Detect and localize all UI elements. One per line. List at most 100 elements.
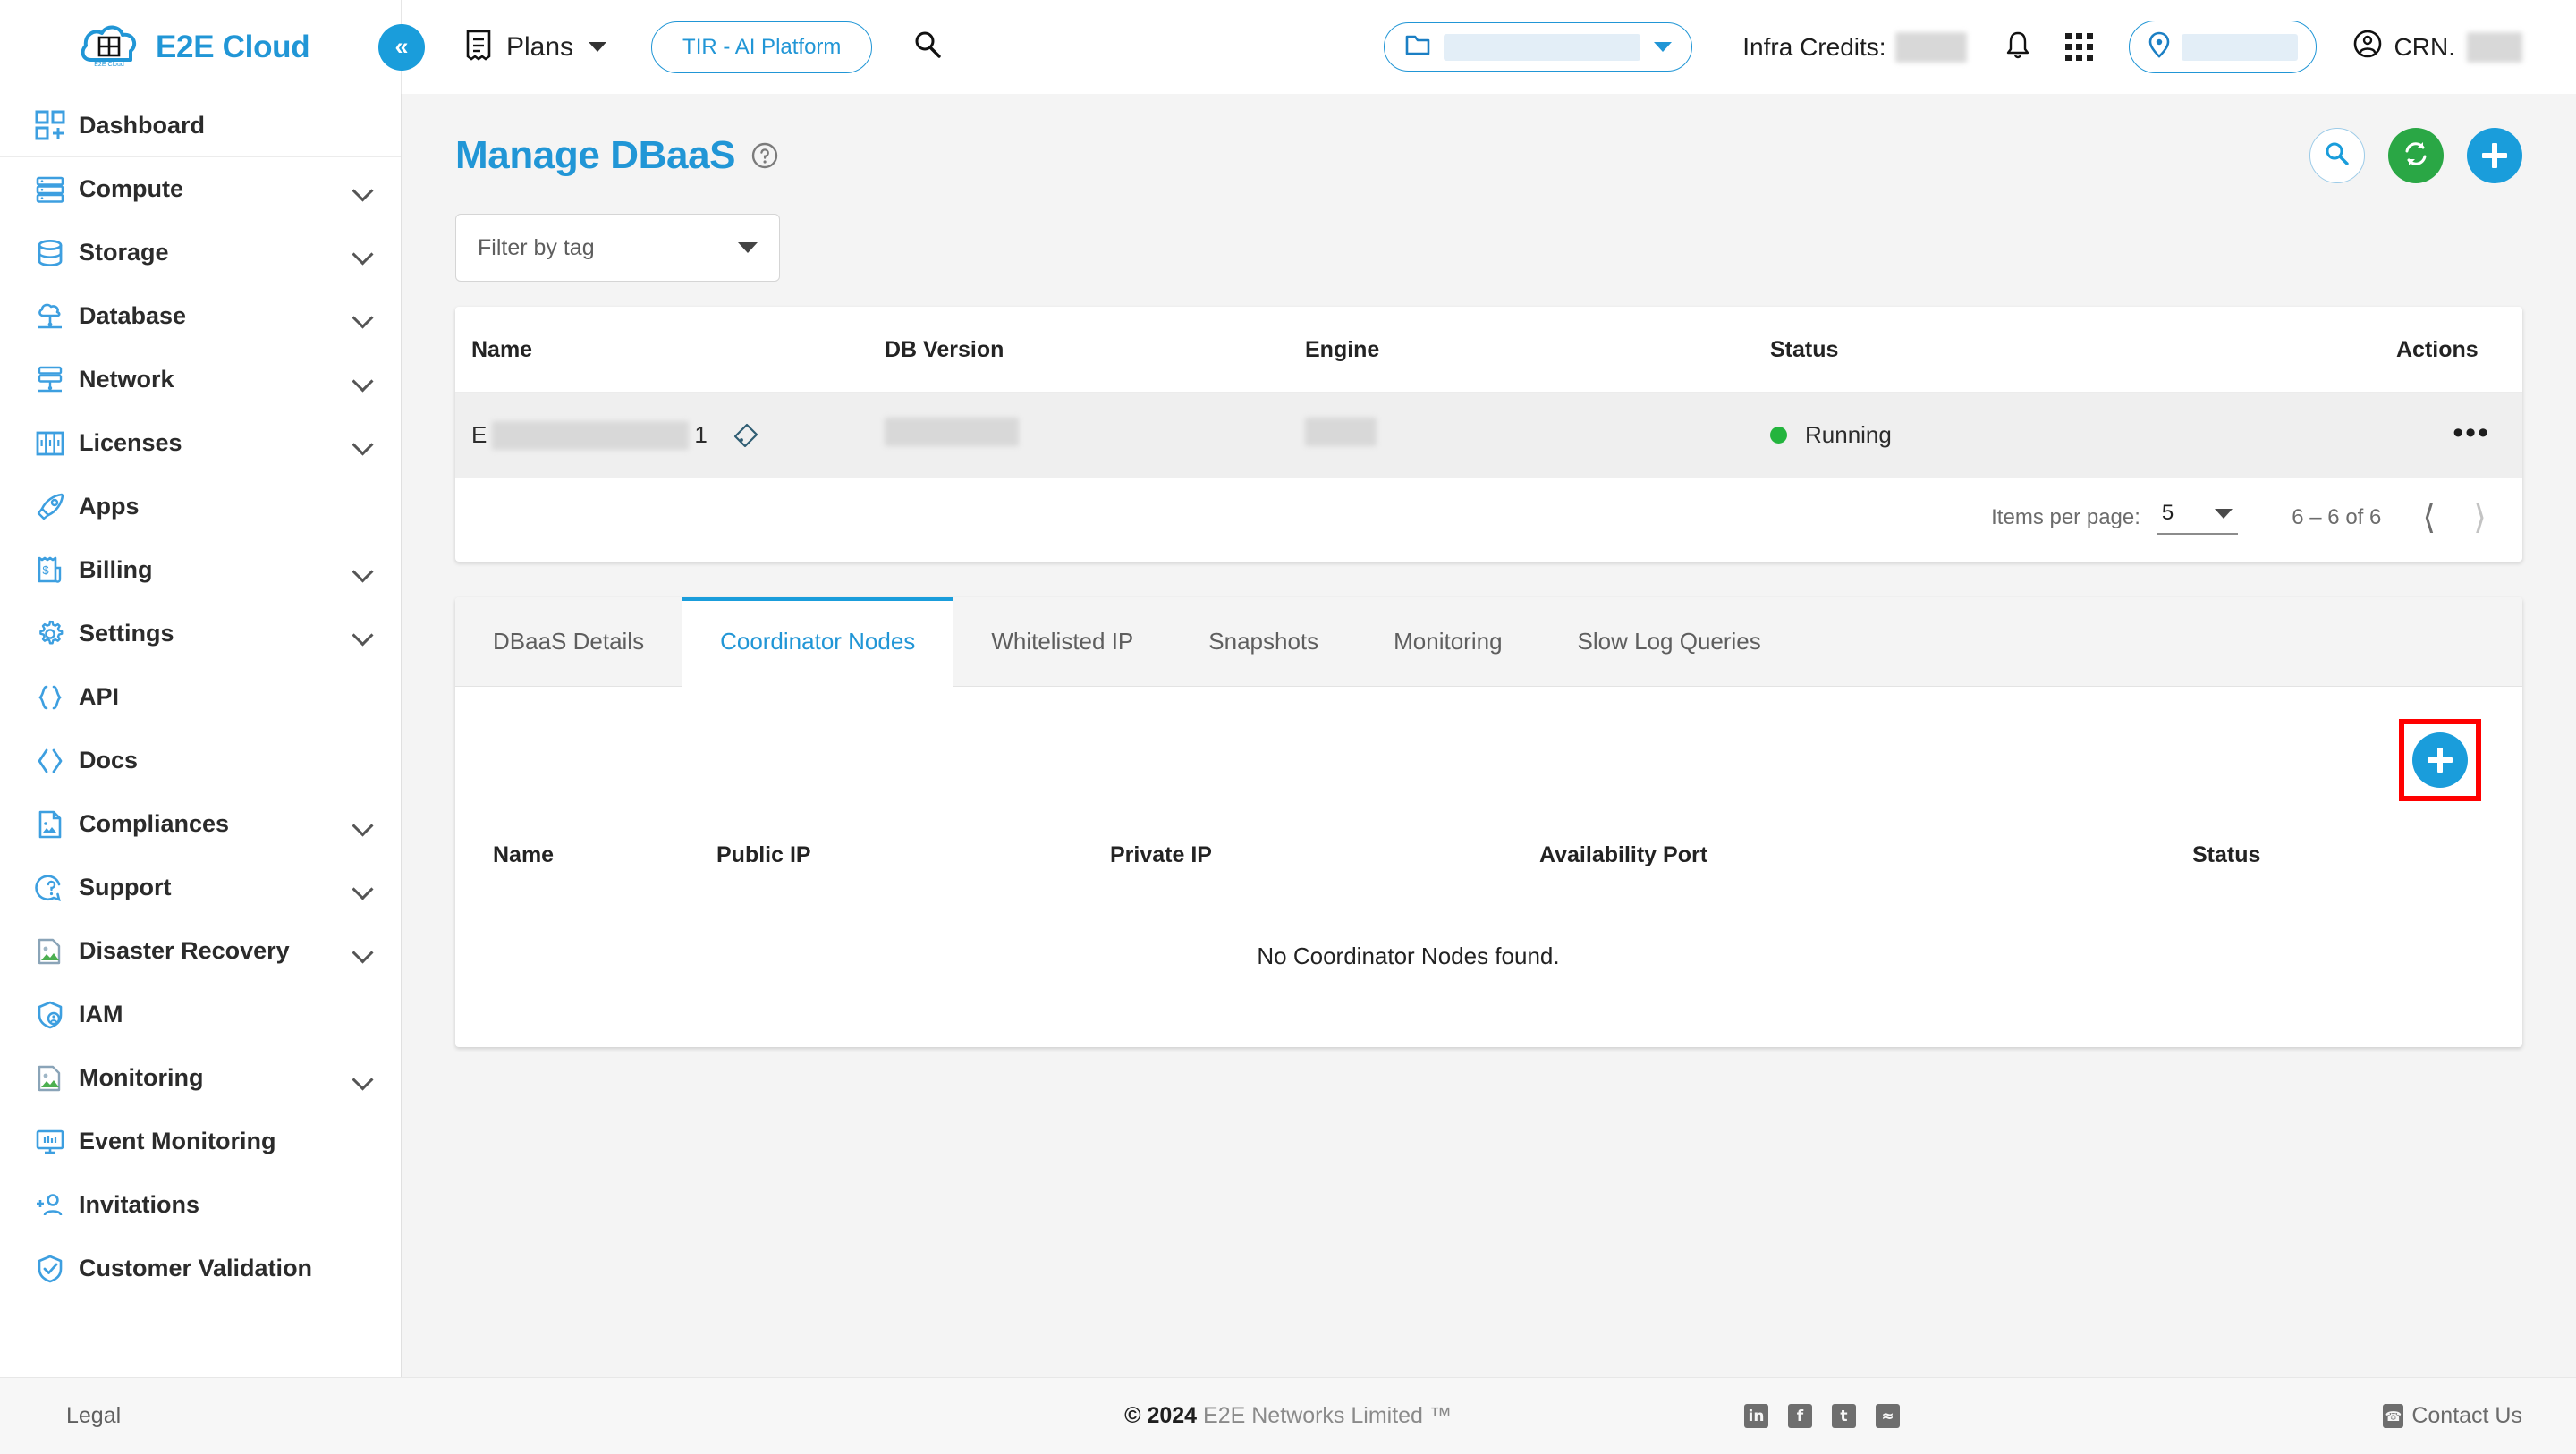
sidebar-item-storage[interactable]: Storage — [0, 221, 401, 284]
tab-coordinator-nodes[interactable]: Coordinator Nodes — [682, 597, 954, 687]
pagination-range: 6 – 6 of 6 — [2292, 505, 2382, 529]
sidebar-item-network[interactable]: Network — [0, 348, 401, 411]
plans-menu[interactable]: Plans — [464, 28, 607, 66]
sidebar-item-billing[interactable]: $ Billing — [0, 538, 401, 602]
sidebar-item-label: Docs — [79, 747, 139, 773]
svg-text:E2E Cloud: E2E Cloud — [94, 62, 124, 68]
sidebar-item-support[interactable]: Support — [0, 856, 401, 919]
e2e-cloud-logo-icon: E2E Cloud — [79, 21, 140, 74]
sidebar-item-docs[interactable]: Docs — [0, 729, 401, 792]
rss-icon[interactable]: ≈ — [1876, 1404, 1900, 1428]
search-icon — [911, 29, 944, 65]
sidebar-item-compliances[interactable]: Compliances — [0, 792, 401, 856]
table-header-row: Name Public IP Private IP Availability P… — [493, 823, 2485, 892]
facebook-icon[interactable]: f — [1788, 1404, 1812, 1428]
sidebar-item-label: API — [79, 683, 120, 710]
sidebar-item-customer-validation[interactable]: Customer Validation — [0, 1237, 401, 1300]
sidebar-item-label: Apps — [79, 493, 140, 520]
question-circle-icon[interactable] — [750, 140, 780, 171]
tab-monitoring[interactable]: Monitoring — [1356, 597, 1539, 686]
global-search-button[interactable] — [911, 29, 944, 65]
search-fab-button[interactable] — [2309, 128, 2365, 183]
table-row[interactable]: E 1 Running ••• — [455, 392, 2522, 478]
chevron-down-icon — [1654, 42, 1673, 52]
sidebar-item-label: Customer Validation — [79, 1255, 313, 1281]
project-selector[interactable] — [1384, 22, 1693, 72]
document-icon — [27, 809, 73, 840]
dbaas-name: E 1 — [471, 420, 885, 450]
dbaas-table-body: E 1 Running ••• — [455, 392, 2522, 478]
sidebar-item-monitoring[interactable]: Monitoring — [0, 1046, 401, 1110]
sidebar-item-invitations[interactable]: Invitations — [0, 1173, 401, 1237]
sidebar-item-database[interactable]: Database — [0, 284, 401, 348]
sidebar-item-compute[interactable]: Compute — [0, 157, 401, 221]
sidebar-item-dashboard[interactable]: Dashboard — [0, 94, 401, 157]
tab-slow-log-queries[interactable]: Slow Log Queries — [1540, 597, 1799, 686]
more-horizontal-icon[interactable]: ••• — [2453, 416, 2490, 450]
sidebar-item-api[interactable]: API — [0, 665, 401, 729]
twitter-icon[interactable]: t — [1832, 1404, 1856, 1428]
column-header-private-ip: Private IP — [1110, 823, 1539, 892]
add-coordinator-node-button[interactable] — [2412, 732, 2468, 788]
refresh-icon — [2402, 139, 2430, 173]
status-dot-icon — [1770, 427, 1787, 444]
crn-account[interactable]: CRN. — [2352, 29, 2522, 65]
copyright-symbol-year: © 2024 — [1124, 1403, 1198, 1428]
double-chevron-left-icon: « — [394, 33, 409, 60]
main-content: Manage DBaaS Filter by tag Name DB Versi… — [402, 94, 2576, 1377]
name-suffix: 1 — [694, 421, 708, 448]
footer-contact-us[interactable]: ☎ Contact Us — [2383, 1403, 2522, 1429]
footer-legal-link[interactable]: Legal — [66, 1403, 121, 1429]
name-prefix: E — [471, 421, 487, 448]
image-document-icon — [27, 1063, 73, 1094]
chevron-down-icon — [354, 628, 374, 639]
shield-check-icon — [27, 1254, 73, 1284]
items-per-page-value: 5 — [2161, 501, 2174, 525]
page-header: Manage DBaaS — [455, 94, 2522, 183]
database-cylinder-icon — [27, 238, 73, 268]
tir-ai-platform-button[interactable]: TIR - AI Platform — [651, 21, 873, 73]
dbaas-table: Name DB Version Engine Status Actions E — [455, 307, 2522, 478]
pagination-next-button[interactable]: ⟩ — [2473, 501, 2487, 535]
region-selector[interactable] — [2128, 21, 2317, 73]
top-bar-right: Infra Credits: CRN. — [1384, 0, 2522, 94]
linkedin-icon[interactable]: in — [1744, 1404, 1768, 1428]
sidebar-item-event-monitoring[interactable]: Event Monitoring — [0, 1110, 401, 1173]
tag-icon[interactable] — [733, 422, 759, 449]
sidebar-item-label: Billing — [79, 556, 153, 583]
add-user-icon — [27, 1190, 73, 1221]
rocket-icon — [27, 492, 73, 522]
sidebar-collapse-button[interactable]: « — [378, 23, 425, 71]
coordinator-nodes-table-head: Name Public IP Private IP Availability P… — [493, 823, 2485, 892]
caret-down-icon — [2215, 508, 2233, 519]
sidebar-item-label: Storage — [79, 239, 169, 266]
items-per-page-label: Items per page: — [1991, 505, 2140, 529]
apps-grid-button[interactable] — [2064, 33, 2093, 61]
items-per-page-select[interactable]: 5 — [2156, 501, 2239, 535]
coordinator-nodes-table: Name Public IP Private IP Availability P… — [493, 823, 2485, 1011]
cloud-database-icon — [27, 301, 73, 332]
tab-whitelisted-ip[interactable]: Whitelisted IP — [953, 597, 1171, 686]
filter-by-tag-select[interactable]: Filter by tag — [455, 214, 780, 282]
sidebar-item-iam[interactable]: IAM — [0, 983, 401, 1046]
apps-grid-icon — [2064, 33, 2072, 39]
sidebar-item-settings[interactable]: Settings — [0, 602, 401, 665]
sidebar-item-licenses[interactable]: Licenses — [0, 411, 401, 475]
tab-snapshots[interactable]: Snapshots — [1171, 597, 1356, 686]
sidebar-item-disaster-recovery[interactable]: Disaster Recovery — [0, 919, 401, 983]
tab-dbaas-details[interactable]: DBaaS Details — [455, 597, 682, 686]
sidebar-item-label: IAM — [79, 1001, 123, 1027]
refresh-fab-button[interactable] — [2388, 128, 2444, 183]
sidebar-item-apps[interactable]: Apps — [0, 475, 401, 538]
footer-copyright: © 2024 E2E Networks Limited ™ — [1124, 1403, 1452, 1429]
pagination-prev-button[interactable]: ⟨ — [2422, 501, 2436, 535]
status-badge: Running — [1770, 421, 2396, 449]
add-dbaas-fab-button[interactable] — [2467, 128, 2522, 183]
column-header-availability-port: Availability Port — [1539, 823, 2192, 892]
name-redacted — [492, 420, 690, 450]
phone-icon: ☎ — [2383, 1404, 2404, 1428]
gear-icon — [27, 619, 73, 649]
brand-logo-area[interactable]: E2E Cloud E2E Cloud — [0, 0, 402, 94]
sidebar-item-label: Network — [79, 366, 174, 393]
notifications-button[interactable] — [2004, 30, 2031, 64]
